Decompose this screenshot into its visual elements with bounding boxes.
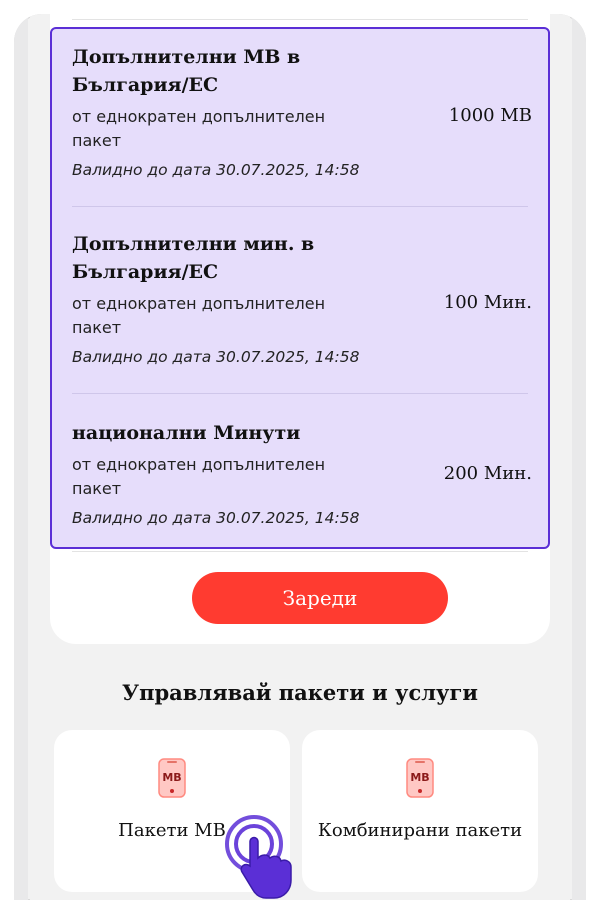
icon-text: MB bbox=[410, 771, 429, 784]
device-frame: Допълнителни MB в България/ЕС от еднокра… bbox=[14, 14, 586, 900]
divider bbox=[72, 551, 528, 552]
package-item-national-minutes: национални Минути от еднократен допълнит… bbox=[72, 419, 532, 527]
package-amount: 1000 MB bbox=[448, 105, 532, 126]
package-validity: Валидно до дата 30.07.2025, 14:58 bbox=[72, 161, 360, 179]
package-validity: Валидно до дата 30.07.2025, 14:58 bbox=[72, 348, 360, 366]
frame-right bbox=[572, 14, 586, 900]
package-separator bbox=[72, 206, 528, 207]
highlighted-packages-region: Допълнителни MB в България/ЕС от еднокра… bbox=[50, 27, 550, 549]
icon-text: MB bbox=[162, 771, 181, 784]
package-item-mb: Допълнителни MB в България/ЕС от еднокра… bbox=[72, 43, 532, 179]
frame-left bbox=[14, 14, 28, 900]
tile-label: Комбинирани пакети bbox=[317, 820, 523, 841]
page-content: Допълнителни MB в България/ЕС от еднокра… bbox=[30, 14, 570, 900]
phone-mb-icon: MB bbox=[406, 758, 434, 798]
manage-section-title: Управлявай пакети и услуги bbox=[122, 680, 478, 705]
recharge-button[interactable]: Зареди bbox=[192, 572, 448, 624]
package-item-minutes: Допълнителни мин. в България/ЕС от еднок… bbox=[72, 230, 532, 366]
tap-hand-icon bbox=[225, 815, 292, 899]
divider bbox=[72, 19, 528, 20]
package-title: Допълнителни мин. в България/ЕС bbox=[72, 233, 315, 283]
package-title: национални Минути bbox=[72, 422, 301, 444]
package-validity: Валидно до дата 30.07.2025, 14:58 bbox=[72, 509, 360, 527]
package-separator bbox=[72, 393, 528, 394]
package-subtitle: от еднократен допълнителен пакет bbox=[72, 294, 326, 337]
package-amount: 100 Мин. bbox=[443, 292, 532, 313]
package-amount: 200 Мин. bbox=[443, 463, 532, 484]
package-subtitle: от еднократен допълнителен пакет bbox=[72, 455, 326, 498]
package-subtitle: от еднократен допълнителен пакет bbox=[72, 107, 326, 150]
phone-mb-icon: MB bbox=[158, 758, 186, 798]
package-title: Допълнителни MB в България/ЕС bbox=[72, 46, 301, 96]
tile-combined-packages[interactable]: MB Комбинирани пакети bbox=[302, 730, 538, 892]
packages-card: Допълнителни MB в България/ЕС от еднокра… bbox=[50, 14, 550, 644]
